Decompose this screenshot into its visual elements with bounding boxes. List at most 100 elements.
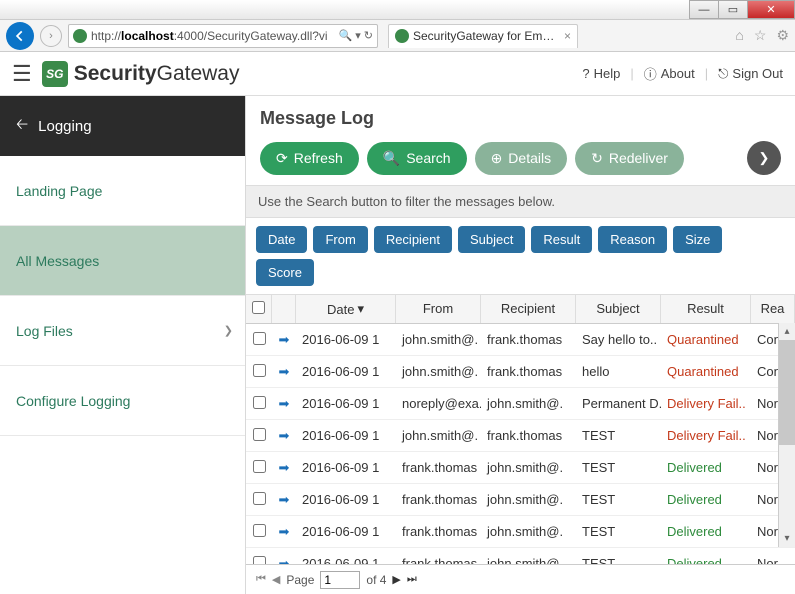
direction-icon — [279, 524, 290, 539]
filter-date[interactable]: Date — [256, 226, 307, 253]
filter-subject[interactable]: Subject — [458, 226, 525, 253]
sidebar-item-configure-logging[interactable]: Configure Logging — [0, 366, 245, 436]
sidebar-item-log-files[interactable]: Log Files❯ — [0, 296, 245, 366]
table-row[interactable]: 2016-06-09 1john.smith@.frank.thomashell… — [246, 356, 795, 388]
filter-reason[interactable]: Reason — [598, 226, 667, 253]
column-result[interactable]: Result — [661, 295, 751, 323]
column-recipient[interactable]: Recipient — [481, 295, 576, 323]
cell-result: Delivered — [661, 488, 751, 511]
row-checkbox[interactable] — [253, 492, 266, 505]
table-row[interactable]: 2016-06-09 1john.smith@.frank.thomasTEST… — [246, 420, 795, 452]
content-area: Message Log ⟳Refresh 🔍Search ⊕Details ↻R… — [246, 96, 795, 594]
menu-toggle-button[interactable]: ☰ — [12, 61, 32, 87]
pager-page-input[interactable] — [320, 571, 360, 589]
search-button[interactable]: 🔍Search — [367, 142, 467, 175]
search-icon[interactable]: 🔍 — [339, 29, 353, 42]
scroll-down-button[interactable]: ▾ — [779, 530, 795, 547]
scroll-up-button[interactable]: ▴ — [779, 323, 795, 340]
favorites-icon[interactable]: ☆ — [754, 27, 767, 44]
cell-date: 2016-06-09 1 — [296, 424, 396, 447]
cell-recipient: john.smith@. — [481, 488, 576, 511]
column-from[interactable]: From — [396, 295, 481, 323]
refresh-icon[interactable]: ↻ — [364, 29, 373, 42]
row-checkbox[interactable] — [253, 396, 266, 409]
cell-subject: TEST — [576, 520, 661, 543]
table-row[interactable]: 2016-06-09 1john.smith@.frank.thomasSay … — [246, 324, 795, 356]
pager-first-button[interactable]: ⏮ — [256, 573, 266, 586]
window-close-button[interactable]: ✕ — [747, 0, 795, 19]
direction-icon — [279, 428, 290, 443]
settings-icon[interactable]: ⚙ — [776, 27, 789, 44]
signout-link[interactable]: ⎋Sign Out — [718, 66, 783, 82]
table-row[interactable]: 2016-06-09 1frank.thomasjohn.smith@.TEST… — [246, 548, 795, 564]
cell-subject: TEST — [576, 424, 661, 447]
cell-date: 2016-06-09 1 — [296, 360, 396, 383]
column-subject[interactable]: Subject — [576, 295, 661, 323]
pager-next-button[interactable]: ▶ — [392, 573, 400, 586]
cell-from: frank.thomas — [396, 456, 481, 479]
about-link[interactable]: ⓘAbout — [644, 64, 695, 83]
direction-icon — [279, 556, 290, 565]
help-link[interactable]: ?Help — [582, 66, 620, 81]
table-row[interactable]: 2016-06-09 1frank.thomasjohn.smith@.TEST… — [246, 452, 795, 484]
window-minimize-button[interactable]: — — [689, 0, 719, 19]
url-favicon-icon — [73, 29, 87, 43]
window-titlebar: — ▭ ✕ — [0, 0, 795, 20]
pager-last-button[interactable]: ⏭ — [407, 573, 417, 586]
filter-recipient[interactable]: Recipient — [374, 226, 452, 253]
redeliver-button[interactable]: ↻Redeliver — [575, 142, 684, 175]
redeliver-icon: ↻ — [591, 150, 603, 167]
cell-from: frank.thomas — [396, 552, 481, 564]
cell-subject: TEST — [576, 456, 661, 479]
cell-from: noreply@exa. — [396, 392, 481, 415]
tab-close-icon[interactable]: × — [564, 29, 571, 43]
cell-recipient: john.smith@. — [481, 520, 576, 543]
browser-back-button[interactable] — [6, 22, 34, 50]
scroll-thumb[interactable] — [779, 340, 795, 445]
sidebar-item-landing-page[interactable]: Landing Page — [0, 156, 245, 226]
cell-subject: TEST — [576, 488, 661, 511]
select-all-checkbox[interactable] — [252, 301, 265, 314]
direction-icon — [279, 396, 290, 411]
table-row[interactable]: 2016-06-09 1frank.thomasjohn.smith@.TEST… — [246, 484, 795, 516]
pager-prev-button[interactable]: ◀ — [272, 573, 280, 586]
cell-date: 2016-06-09 1 — [296, 488, 396, 511]
sidebar-item-all-messages[interactable]: All Messages — [0, 226, 245, 296]
filter-score[interactable]: Score — [256, 259, 314, 286]
column-reason[interactable]: Rea — [751, 295, 795, 323]
row-checkbox[interactable] — [253, 332, 266, 345]
details-button[interactable]: ⊕Details — [475, 142, 568, 175]
row-checkbox[interactable] — [253, 524, 266, 537]
window-maximize-button[interactable]: ▭ — [718, 0, 748, 19]
cell-recipient: frank.thomas — [481, 424, 576, 447]
browser-tab[interactable]: SecurityGateway for Email S... × — [388, 24, 578, 48]
browser-url-bar[interactable]: http://localhost:4000/SecurityGateway.dl… — [68, 24, 378, 48]
help-icon: ? — [582, 66, 589, 81]
home-icon[interactable]: ⌂ — [735, 27, 743, 44]
cell-subject: TEST — [576, 552, 661, 564]
row-checkbox[interactable] — [253, 428, 266, 441]
filter-size[interactable]: Size — [673, 226, 722, 253]
hint-bar: Use the Search button to filter the mess… — [246, 185, 795, 218]
vertical-scrollbar[interactable]: ▴ ▾ — [778, 323, 795, 547]
cell-result: Delivered — [661, 456, 751, 479]
pager: ⏮ ◀ Page of 4 ▶ ⏭ — [246, 564, 795, 594]
more-actions-button[interactable]: ❯ — [747, 141, 781, 175]
row-checkbox[interactable] — [253, 556, 266, 565]
logo-badge-icon: SG — [42, 61, 68, 87]
filter-result[interactable]: Result — [531, 226, 592, 253]
row-checkbox[interactable] — [253, 460, 266, 473]
row-checkbox[interactable] — [253, 364, 266, 377]
dropdown-icon[interactable]: ▾ — [355, 29, 361, 42]
column-date[interactable]: Date▾ — [296, 295, 396, 323]
cell-from: john.smith@. — [396, 328, 481, 351]
refresh-button[interactable]: ⟳Refresh — [260, 142, 359, 175]
cell-subject: Say hello to.. — [576, 328, 661, 351]
browser-forward-button[interactable]: › — [40, 25, 62, 47]
table-row[interactable]: 2016-06-09 1frank.thomasjohn.smith@.TEST… — [246, 516, 795, 548]
filter-from[interactable]: From — [313, 226, 367, 253]
zoom-icon: ⊕ — [491, 150, 503, 167]
sidebar-back-button[interactable]: 🡠 Logging — [0, 96, 245, 156]
table-row[interactable]: 2016-06-09 1noreply@exa.john.smith@.Perm… — [246, 388, 795, 420]
cell-date: 2016-06-09 1 — [296, 520, 396, 543]
